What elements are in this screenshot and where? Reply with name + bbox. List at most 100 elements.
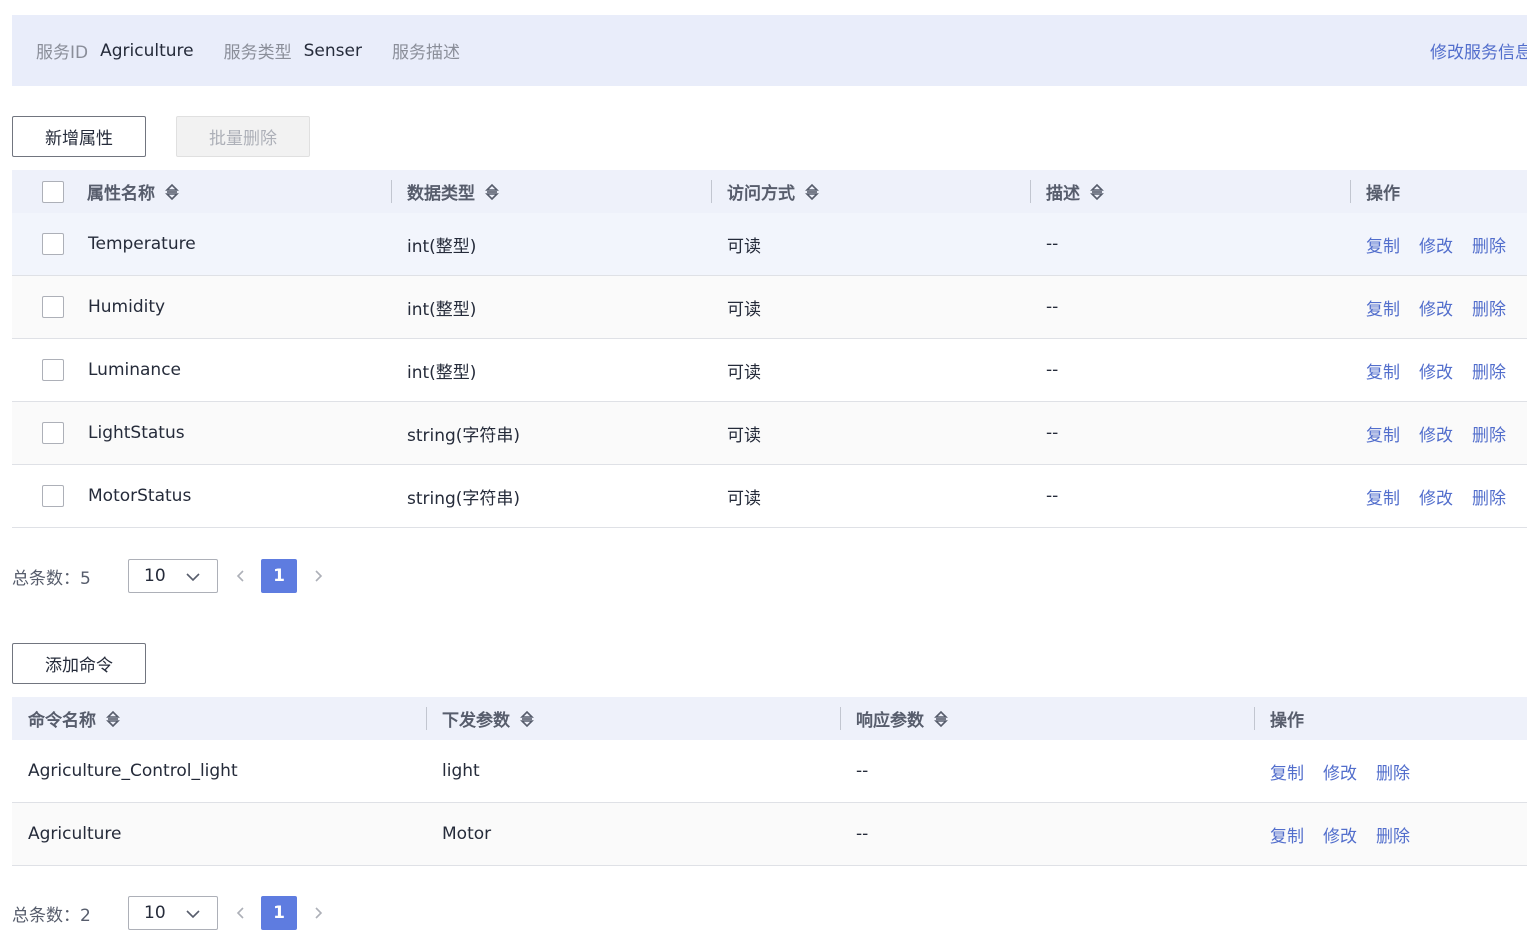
properties-table: 属性名称 数据类型 访问方式 描述 操作 Temperature int(整型)… [12,170,1527,528]
column-header-actions: 操作 [1254,697,1527,740]
sort-icon[interactable] [164,183,180,201]
column-divider [391,180,392,203]
property-access: 可读 [711,275,1030,339]
property-row: LightStatus string(字符串) 可读 -- 复制 修改 删除 [12,401,1527,465]
page-size-select[interactable]: 10 [128,896,218,930]
row-checkbox[interactable] [42,359,64,381]
service-info-bar: 服务ID Agriculture 服务类型 Senser 服务描述 修改服务信息 [12,15,1527,86]
add-property-button[interactable]: 新增属性 [12,116,146,157]
delete-link[interactable]: 删除 [1472,237,1506,257]
edit-link[interactable]: 修改 [1323,764,1357,784]
edit-link[interactable]: 修改 [1419,300,1453,320]
row-checkbox[interactable] [42,422,64,444]
prev-page-button[interactable] [234,896,250,930]
column-header-command-name[interactable]: 命令名称 [12,697,426,740]
sort-icon[interactable] [804,183,820,201]
property-description: -- [1030,338,1350,402]
property-description: -- [1030,275,1350,339]
delete-link[interactable]: 删除 [1472,300,1506,320]
copy-link[interactable]: 复制 [1366,237,1400,257]
sort-icon[interactable] [519,710,535,728]
edit-link[interactable]: 修改 [1323,827,1357,847]
sort-icon[interactable] [933,710,949,728]
column-divider [1254,707,1255,730]
delete-link[interactable]: 删除 [1472,426,1506,446]
property-access: 可读 [711,213,1030,276]
page-size-value: 10 [144,566,166,586]
copy-link[interactable]: 复制 [1270,764,1304,784]
property-description: -- [1030,464,1350,528]
column-divider [840,707,841,730]
command-row: Agriculture_Control_light light -- 复制 修改删… [12,740,1527,803]
sort-icon[interactable] [105,710,121,728]
delete-link[interactable]: 删除 [1376,764,1410,784]
property-description: -- [1030,401,1350,465]
page-number-button[interactable]: 1 [261,559,297,593]
select-all-checkbox[interactable] [42,180,64,203]
sort-icon[interactable] [484,183,500,201]
chevron-right-icon [315,907,323,919]
property-row: Luminance int(整型) 可读 -- 复制 修改 删除 [12,338,1527,402]
column-header-actions: 操作 [1350,170,1527,213]
property-row: Humidity int(整型) 可读 -- 复制 修改 删除 [12,275,1527,339]
sort-icon[interactable] [1089,183,1105,201]
copy-link[interactable]: 复制 [1366,363,1400,383]
property-data-type: int(整型) [391,338,711,402]
column-header-data-type[interactable]: 数据类型 [391,170,711,213]
prev-page-button[interactable] [234,559,250,593]
delete-link[interactable]: 删除 [1472,363,1506,383]
service-type-value: Senser [303,40,362,61]
properties-pagination: 总条数：5 10 1 [12,559,329,593]
command-name: Agriculture [12,802,426,866]
edit-link[interactable]: 修改 [1419,426,1453,446]
copy-link[interactable]: 复制 [1270,827,1304,847]
total-count: 总条数：5 [12,568,91,589]
property-name: Temperature [72,213,391,276]
column-divider [1350,180,1351,203]
page-number-button[interactable]: 1 [261,896,297,930]
column-header-property-name[interactable]: 属性名称 [72,170,391,213]
property-row: MotorStatus string(字符串) 可读 -- 复制 修改 删除 [12,464,1527,528]
command-send-params: light [426,740,840,803]
chevron-left-icon [236,907,244,919]
chevron-down-icon [186,573,200,582]
command-name: Agriculture_Control_light [12,740,426,803]
delete-link[interactable]: 删除 [1376,827,1410,847]
delete-link[interactable]: 删除 [1472,489,1506,509]
chevron-right-icon [315,570,323,582]
edit-service-info-link[interactable]: 修改服务信息 [1430,38,1527,63]
edit-link[interactable]: 修改 [1419,237,1453,257]
column-header-send-params[interactable]: 下发参数 [426,697,840,740]
column-divider [1030,180,1031,203]
copy-link[interactable]: 复制 [1366,489,1400,509]
row-checkbox[interactable] [42,233,64,255]
property-row: Temperature int(整型) 可读 -- 复制 修改 删除 [12,213,1527,276]
copy-link[interactable]: 复制 [1366,426,1400,446]
edit-link[interactable]: 修改 [1419,363,1453,383]
column-header-response-params[interactable]: 响应参数 [840,697,1254,740]
copy-link[interactable]: 复制 [1366,300,1400,320]
page-size-select[interactable]: 10 [128,559,218,593]
total-count: 总条数：2 [12,905,91,926]
command-send-params: Motor [426,802,840,866]
property-data-type: int(整型) [391,213,711,276]
property-data-type: string(字符串) [391,401,711,465]
edit-link[interactable]: 修改 [1419,489,1453,509]
property-access: 可读 [711,401,1030,465]
property-name: MotorStatus [72,464,391,528]
property-data-type: int(整型) [391,275,711,339]
properties-header-row: 属性名称 数据类型 访问方式 描述 操作 [12,170,1527,213]
column-header-access[interactable]: 访问方式 [711,170,1030,213]
property-name: Luminance [72,338,391,402]
commands-pagination: 总条数：2 10 1 [12,896,329,930]
row-checkbox[interactable] [42,485,64,507]
column-divider [426,707,427,730]
add-command-button[interactable]: 添加命令 [12,643,146,684]
property-data-type: string(字符串) [391,464,711,528]
next-page-button[interactable] [313,559,329,593]
column-header-description[interactable]: 描述 [1030,170,1350,213]
next-page-button[interactable] [313,896,329,930]
chevron-left-icon [236,570,244,582]
command-response-params: -- [840,740,1254,803]
row-checkbox[interactable] [42,296,64,318]
